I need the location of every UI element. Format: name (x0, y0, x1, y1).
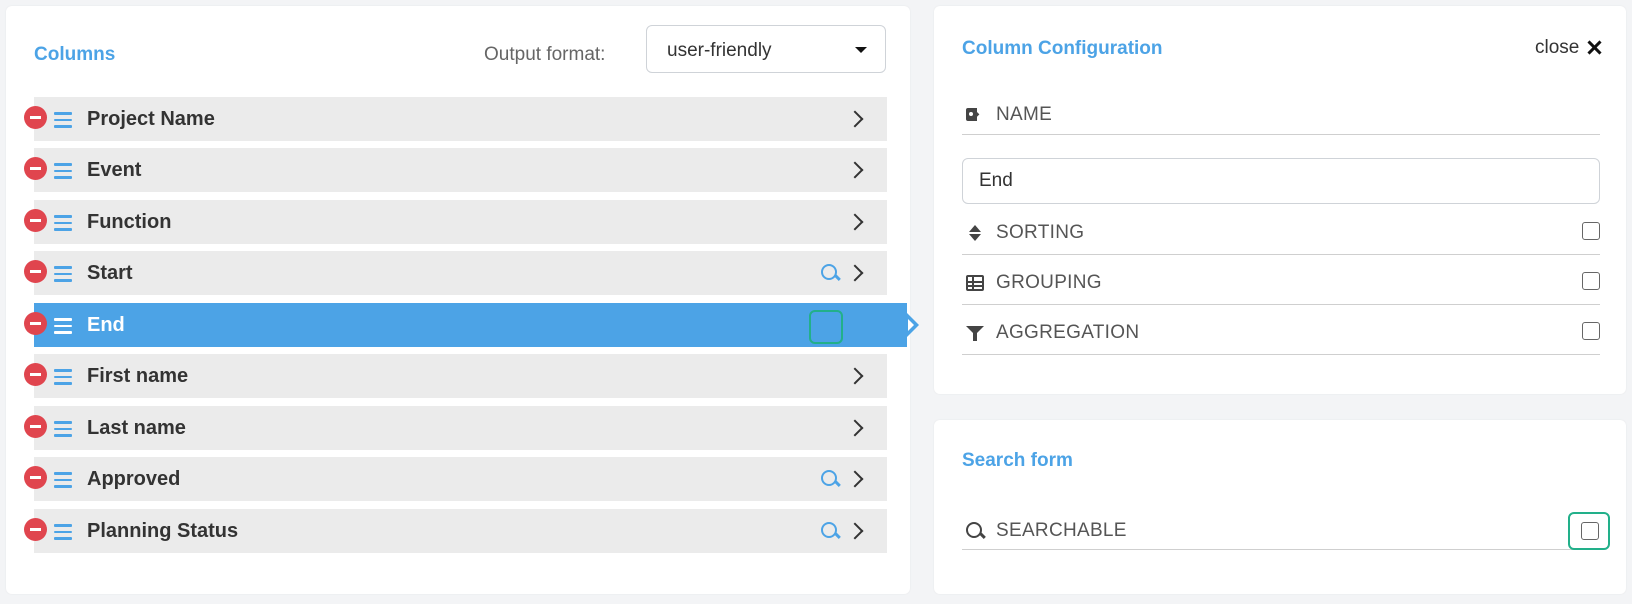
column-row-planning-status[interactable]: Planning Status (24, 509, 887, 553)
remove-icon[interactable] (24, 363, 47, 386)
column-row-first-name[interactable]: First name (24, 354, 887, 398)
chevron-right-icon[interactable] (846, 110, 864, 128)
name-input[interactable] (962, 158, 1600, 204)
close-icon[interactable] (1586, 38, 1602, 56)
aggregation-label: AGGREGATION (996, 322, 1140, 343)
column-row-function[interactable]: Function (24, 200, 887, 244)
search-toggle-target[interactable] (809, 310, 843, 344)
column-label: End (87, 314, 125, 336)
column-row-approved[interactable]: Approved (24, 457, 887, 501)
table-icon (966, 275, 984, 291)
grouping-label: GROUPING (996, 272, 1102, 293)
searchable-label: SEARCHABLE (996, 520, 1127, 541)
searchable-row: SEARCHABLE (962, 520, 1600, 550)
remove-icon[interactable] (24, 312, 47, 335)
drag-handle-icon[interactable] (54, 215, 72, 231)
column-row-end[interactable]: End (24, 303, 919, 347)
close-button[interactable]: close (1535, 37, 1579, 59)
grouping-checkbox[interactable] (1582, 272, 1600, 290)
remove-icon[interactable] (24, 518, 47, 541)
search-icon (821, 522, 841, 542)
sorting-checkbox[interactable] (1582, 222, 1600, 240)
chevron-right-icon[interactable] (846, 213, 864, 231)
remove-icon[interactable] (24, 466, 47, 489)
sorting-row: SORTING (962, 222, 1600, 255)
drag-handle-icon[interactable] (54, 318, 72, 334)
column-label: First name (87, 365, 189, 387)
search-icon (821, 470, 841, 490)
output-format-label: Output format: (484, 44, 606, 65)
selected-arrow-icon (906, 312, 919, 338)
name-label: NAME (996, 104, 1053, 125)
column-row-event[interactable]: Event (24, 148, 887, 192)
chevron-right-icon[interactable] (846, 264, 864, 282)
drag-handle-icon[interactable] (54, 369, 72, 385)
sort-icon (966, 224, 984, 242)
searchable-checkbox-focus[interactable] (1568, 512, 1610, 550)
column-label: Start (87, 262, 133, 284)
column-label: Approved (87, 468, 181, 490)
chevron-right-icon[interactable] (846, 522, 864, 540)
remove-icon[interactable] (24, 415, 47, 438)
search-icon (821, 264, 841, 284)
drag-handle-icon[interactable] (54, 472, 72, 488)
chevron-right-icon[interactable] (846, 367, 864, 385)
drag-handle-icon[interactable] (54, 266, 72, 282)
remove-icon[interactable] (24, 106, 47, 129)
column-label: Planning Status (87, 520, 239, 542)
columns-panel: Columns Output format: user-friendly Pro… (6, 6, 919, 594)
column-label: Last name (87, 417, 186, 439)
column-row-last-name[interactable]: Last name (24, 406, 887, 450)
chevron-right-icon[interactable] (846, 419, 864, 437)
drag-handle-icon[interactable] (54, 112, 72, 128)
sorting-label: SORTING (996, 222, 1085, 243)
remove-icon[interactable] (24, 209, 47, 232)
filter-icon (966, 324, 984, 342)
drag-handle-icon[interactable] (54, 421, 72, 437)
drag-handle-icon[interactable] (54, 163, 72, 179)
chevron-right-icon[interactable] (846, 470, 864, 488)
output-format-select[interactable]: user-friendly (646, 25, 886, 73)
grouping-row: GROUPING (962, 272, 1600, 305)
search-icon (966, 522, 986, 542)
remove-icon[interactable] (24, 157, 47, 180)
column-row-start[interactable]: Start (24, 251, 887, 295)
aggregation-row: AGGREGATION (962, 322, 1600, 355)
tag-icon (966, 106, 984, 124)
column-configuration-title: Column Configuration (962, 38, 1163, 59)
caret-down-icon (855, 47, 867, 53)
remove-icon[interactable] (24, 260, 47, 283)
columns-title: Columns (34, 44, 116, 65)
output-format-value: user-friendly (667, 40, 772, 61)
aggregation-checkbox[interactable] (1582, 322, 1600, 340)
chevron-right-icon[interactable] (846, 161, 864, 179)
column-label: Function (87, 211, 172, 233)
search-form-panel: Search form (934, 420, 1626, 594)
search-form-title: Search form (962, 450, 1073, 471)
column-label: Event (87, 159, 142, 181)
column-label: Project Name (87, 108, 215, 130)
name-field-row: NAME (962, 104, 1600, 135)
column-row-project-name[interactable]: Project Name (24, 97, 887, 141)
drag-handle-icon[interactable] (54, 524, 72, 540)
